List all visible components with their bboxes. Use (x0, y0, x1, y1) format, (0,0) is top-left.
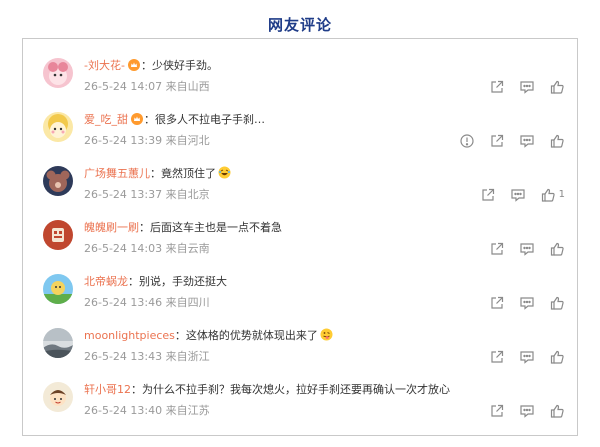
comment-item: moonlightpieces：这体格的优势就体现出来了 26-5-24 13:… (23, 328, 577, 380)
comment-text-line: 轩小哥12：为什么不拉手刹？我每次熄火，拉好手刹还要再确认一次才放心 (84, 382, 450, 398)
comment-item: 爱_吃_甜 ：很多人不拉电子手刹… 26-5-24 13:39 来自河北 (23, 112, 577, 164)
comment-actions (445, 132, 565, 150)
comment-meta: 26-5-24 14:03 来自云南 (84, 241, 210, 257)
comment-icon[interactable] (519, 349, 535, 365)
comment-icon[interactable] (510, 187, 526, 203)
comment-text-line: 爱_吃_甜 ：很多人不拉电子手刹… (84, 112, 265, 130)
comment-location: 来自河北 (165, 134, 210, 147)
comment-time: 26-5-24 14:03 (84, 242, 163, 255)
username-link[interactable]: 广场舞五蕙儿 (84, 167, 150, 180)
comment-text: 竟然顶住了 (161, 167, 216, 180)
crown-icon (127, 59, 140, 76)
comment-text: 后面这车主也是一点不着急 (150, 221, 282, 234)
crown-icon (131, 113, 143, 130)
comment-item: 北帝蜗龙：别说，手劲还挺大 26-5-24 13:46 来自四川 (23, 274, 577, 326)
comment-time: 26-5-24 13:43 (84, 350, 163, 363)
comment-item: 广场舞五蕙儿：竟然顶住了 26-5-24 13:37 来自北京 1 (23, 166, 577, 218)
username-link[interactable]: 北帝蜗龙 (84, 275, 128, 288)
like-icon[interactable] (549, 403, 565, 419)
comment-time: 26-5-24 13:39 (84, 134, 163, 147)
comment-text-line: 魄魄刷一刷：后面这车主也是一点不着急 (84, 220, 282, 236)
avatar[interactable] (43, 274, 73, 304)
username-link[interactable]: 爱_吃_甜 (84, 113, 128, 126)
comment-location: 来自江苏 (165, 404, 210, 417)
like-count: 1 (558, 189, 565, 200)
separator: ： (150, 167, 161, 180)
username-link[interactable]: 轩小哥12 (84, 383, 131, 396)
comment-time: 26-5-24 13:37 (84, 188, 163, 201)
comment-actions (475, 402, 565, 420)
comment-meta: 26-5-24 13:39 来自河北 (84, 133, 210, 149)
comment-item: -刘大花- ：少侠好手劲。 26-5-24 14:07 来自山西 (23, 58, 577, 110)
comment-location: 来自云南 (165, 242, 210, 255)
comment-text: 别说，手劲还挺大 (139, 275, 227, 288)
username-link[interactable]: 魄魄刷一刷 (84, 221, 139, 234)
separator: ： (131, 383, 142, 396)
share-icon[interactable] (489, 241, 505, 257)
comment-text-line: 北帝蜗龙：别说，手劲还挺大 (84, 274, 227, 290)
comment-text-line: moonlightpieces：这体格的优势就体现出来了 (84, 328, 333, 346)
share-icon[interactable] (489, 133, 505, 149)
username-link[interactable]: moonlightpieces (84, 329, 175, 342)
share-icon[interactable] (489, 295, 505, 311)
separator: ： (144, 113, 155, 126)
comment-text-line: -刘大花- ：少侠好手劲。 (84, 58, 218, 76)
separator: ： (128, 275, 139, 288)
separator: ： (140, 59, 152, 72)
like-icon[interactable] (549, 349, 565, 365)
share-icon[interactable] (489, 349, 505, 365)
comment-icon[interactable] (519, 241, 535, 257)
tongue-emoji-icon (320, 328, 333, 346)
comment-icon[interactable] (519, 133, 535, 149)
comment-meta: 26-5-24 13:40 来自江苏 (84, 403, 210, 419)
share-icon[interactable] (489, 403, 505, 419)
separator: ： (174, 329, 186, 342)
page-title: 网友评论 (267, 16, 332, 34)
like-icon[interactable] (540, 187, 556, 203)
comment-meta: 26-5-24 13:43 来自浙江 (84, 349, 210, 365)
comment-text: 这体格的优势就体现出来了 (185, 329, 318, 342)
comment-item: 轩小哥12：为什么不拉手刹？我每次熄火，拉好手刹还要再确认一次才放心 26-5-… (23, 382, 577, 434)
comment-text-line: 广场舞五蕙儿：竟然顶住了 (84, 166, 231, 184)
comment-location: 来自山西 (165, 80, 210, 93)
avatar[interactable] (43, 328, 73, 358)
avatar[interactable] (43, 58, 73, 88)
comment-actions (475, 294, 565, 312)
share-icon[interactable] (480, 187, 496, 203)
comment-actions (475, 348, 565, 366)
comment-actions: 1 (466, 186, 565, 204)
comment-text: 很多人不拉电子手刹… (155, 113, 265, 126)
comment-icon[interactable] (519, 403, 535, 419)
avatar[interactable] (43, 166, 73, 196)
comment-icon[interactable] (519, 79, 535, 95)
comment-time: 26-5-24 13:46 (84, 296, 163, 309)
avatar[interactable] (43, 220, 73, 250)
comment-time: 26-5-24 13:40 (84, 404, 163, 417)
laughing-emoji-icon (218, 166, 231, 184)
avatar[interactable] (43, 112, 73, 142)
comment-location: 来自四川 (165, 296, 210, 309)
separator: ： (139, 221, 150, 234)
share-icon[interactable] (489, 79, 505, 95)
comment-location: 来自北京 (165, 188, 210, 201)
comment-actions (475, 240, 565, 258)
like-icon[interactable] (549, 133, 565, 149)
comment-meta: 26-5-24 14:07 来自山西 (84, 79, 210, 95)
comment-time: 26-5-24 14:07 (84, 80, 163, 93)
comment-text: 少侠好手劲。 (151, 59, 218, 72)
like-icon[interactable] (549, 241, 565, 257)
username-link[interactable]: -刘大花- (84, 59, 125, 72)
like-icon[interactable] (549, 295, 565, 311)
comment-item: 魄魄刷一刷：后面这车主也是一点不着急 26-5-24 14:03 来自云南 (23, 220, 577, 272)
comment-actions (475, 78, 565, 96)
comment-icon[interactable] (519, 295, 535, 311)
report-icon[interactable] (459, 133, 475, 149)
comment-list: -刘大花- ：少侠好手劲。 26-5-24 14:07 来自山西 爱_吃_甜 ：很多… (22, 38, 578, 436)
comment-text: 为什么不拉手刹？我每次熄火，拉好手刹还要再确认一次才放心 (142, 383, 450, 396)
comment-location: 来自浙江 (165, 350, 210, 363)
avatar[interactable] (43, 382, 73, 412)
comment-meta: 26-5-24 13:46 来自四川 (84, 295, 210, 311)
comment-meta: 26-5-24 13:37 来自北京 (84, 187, 210, 203)
like-icon[interactable] (549, 79, 565, 95)
